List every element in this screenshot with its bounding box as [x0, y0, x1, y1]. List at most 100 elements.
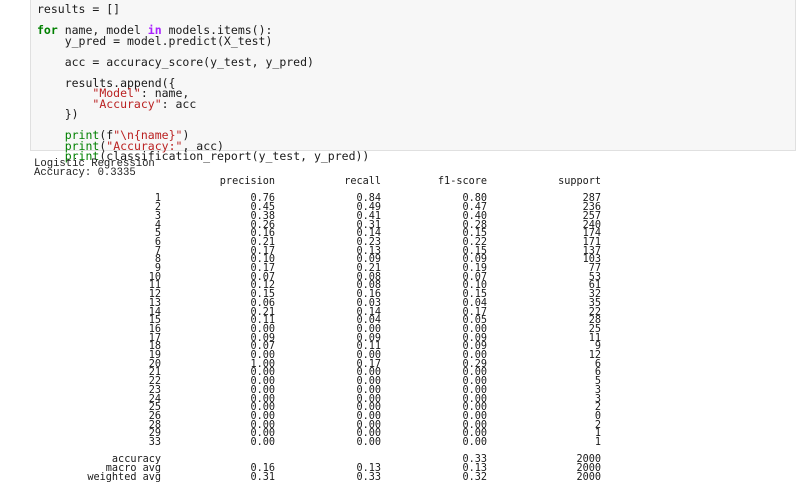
report-class-row: 2 0.45 0.49 0.47 236	[34, 202, 601, 214]
code-editor[interactable]: results = [] for name, model in models.it…	[37, 2, 369, 162]
report-summary-row: weighted avg 0.31 0.33 0.32 2000	[34, 471, 601, 483]
report-cell: 35	[588, 297, 601, 309]
report-cell: 77	[588, 263, 601, 275]
report-class-row: 15 0.11 0.04 0.05 28	[34, 315, 601, 327]
report-cell: 5	[154, 228, 161, 240]
report-cell: 0.31	[250, 471, 275, 483]
classification-report-table: precision recall f1-score support 1 0.76 0.84 0…	[34, 176, 601, 483]
report-cell: 15	[148, 315, 161, 327]
code-line: "Accuracy": acc	[37, 96, 369, 111]
report-header-row: precision recall f1-score support	[34, 176, 601, 187]
report-class-row: 22 0.00 0.00 0.00 5	[34, 376, 601, 388]
report-cell: 0.00	[356, 437, 381, 449]
report-class-row: 11 0.12 0.08 0.10 61	[34, 280, 601, 292]
report-cell: 29	[148, 428, 161, 440]
report-cell: weighted avg	[87, 471, 161, 483]
report-cell: recall	[344, 176, 381, 187]
report-cell: accuracy	[111, 454, 161, 466]
report-cell	[275, 456, 381, 465]
report-class-row: 1 0.76 0.84 0.80 287	[34, 193, 601, 205]
report-cell: 12	[588, 350, 601, 362]
report-cell: 13	[148, 297, 161, 309]
report-class-row: 26 0.00 0.00 0.00 0	[34, 410, 601, 422]
report-cell: 9	[594, 341, 601, 353]
report-cell: 24	[148, 393, 161, 405]
report-cell: 11	[148, 280, 161, 292]
code-line: acc = accuracy_score(y_test, y_pred)	[37, 56, 369, 68]
report-cell: 1	[154, 193, 161, 205]
report-cell: 3	[594, 393, 601, 405]
report-cell: 2000	[576, 471, 601, 483]
accuracy-line: Accuracy: 0.3335	[34, 167, 136, 179]
report-cell: 28	[588, 315, 601, 327]
report-class-row: 25 0.00 0.00 0.00 2	[34, 402, 601, 414]
code-token: results = []	[37, 2, 121, 16]
report-cell: 2	[594, 419, 601, 431]
report-class-row: 7 0.17 0.13 0.15 137	[34, 245, 601, 257]
code-token: y_pred = model.predict(X_test)	[37, 33, 273, 48]
report-cell: 0.32	[462, 471, 487, 483]
report-cell: 3	[594, 384, 601, 396]
report-class-row: 21 0.00 0.00 0.00 6	[34, 367, 601, 379]
report-class-row: 4 0.26 0.31 0.28 240	[34, 219, 601, 231]
report-cell: 2	[154, 202, 161, 214]
spacer-row	[34, 187, 601, 196]
report-class-row: 19 0.00 0.00 0.00 12	[34, 350, 601, 362]
report-cell: 6	[594, 367, 601, 379]
report-class-row: 14 0.21 0.14 0.17 22	[34, 306, 601, 318]
report-class-row: 10 0.07 0.08 0.07 53	[34, 271, 601, 283]
report-cell: 21	[148, 367, 161, 379]
report-cell: 23	[148, 384, 161, 396]
report-cell: 0.00	[250, 437, 275, 449]
code-token: })	[37, 107, 79, 121]
report-cell: 0.13	[356, 463, 381, 475]
report-cell: 5	[594, 376, 601, 388]
report-summary-row: accuracy 0.33 2000	[34, 454, 601, 466]
report-cell: 2000	[576, 454, 601, 466]
report-cell: 2000	[576, 463, 601, 475]
report-cell: 18	[148, 341, 161, 353]
report-class-row: 29 0.00 0.00 0.00 1	[34, 428, 601, 440]
report-cell: 53	[588, 271, 601, 283]
report-cell: 0.33	[462, 454, 487, 466]
report-cell: 3	[154, 210, 161, 222]
report-cell: precision	[219, 176, 275, 187]
report-class-row: 9 0.17 0.21 0.19 77	[34, 263, 601, 275]
report-cell: 0.13	[462, 463, 487, 475]
report-cell: 33	[148, 437, 161, 449]
report-cell: 4	[154, 219, 161, 231]
report-cell: 25	[148, 402, 161, 414]
report-cell: 2	[594, 402, 601, 414]
report-class-row: 3 0.38 0.41 0.40 257	[34, 210, 601, 222]
report-cell: 1	[594, 428, 601, 440]
report-cell: 32	[588, 289, 601, 301]
report-cell: 7	[154, 245, 161, 257]
report-class-row: 24 0.00 0.00 0.00 3	[34, 393, 601, 405]
report-cell: 26	[148, 410, 161, 422]
cell-output: Logistic Regression Accuracy: 0.3335 pre…	[34, 159, 794, 483]
report-class-row: 16 0.00 0.00 0.00 25	[34, 323, 601, 335]
report-cell: 1	[594, 437, 601, 449]
report-cell: support	[558, 176, 601, 187]
report-cell: 9	[154, 263, 161, 275]
report-class-row: 6 0.21 0.23 0.22 171	[34, 237, 601, 248]
report-class-row: 17 0.09 0.09 0.09 11	[34, 333, 601, 344]
report-cell: 0.33	[356, 471, 381, 483]
report-cell: 0	[594, 410, 601, 422]
code-token: : acc	[161, 96, 197, 111]
report-cell: 0.16	[250, 463, 275, 475]
report-class-row: 33 0.00 0.00 0.00 1	[34, 437, 601, 449]
report-cell: 16	[148, 323, 161, 335]
report-cell	[161, 456, 275, 465]
report-cell: 6	[594, 358, 601, 370]
code-cell[interactable]: results = [] for name, model in models.it…	[30, 0, 796, 162]
report-cell: 61	[588, 280, 601, 292]
report-class-row: 8 0.10 0.09 0.09 103	[34, 254, 601, 266]
report-cell: 8	[154, 254, 161, 266]
report-cell: 10	[148, 271, 161, 283]
report-cell: 22	[588, 306, 601, 318]
report-class-row: 12 0.15 0.16 0.15 32	[34, 289, 601, 301]
code-line: results = []	[37, 2, 369, 16]
report-cell: 20	[148, 358, 161, 370]
report-cell: 25	[588, 323, 601, 335]
